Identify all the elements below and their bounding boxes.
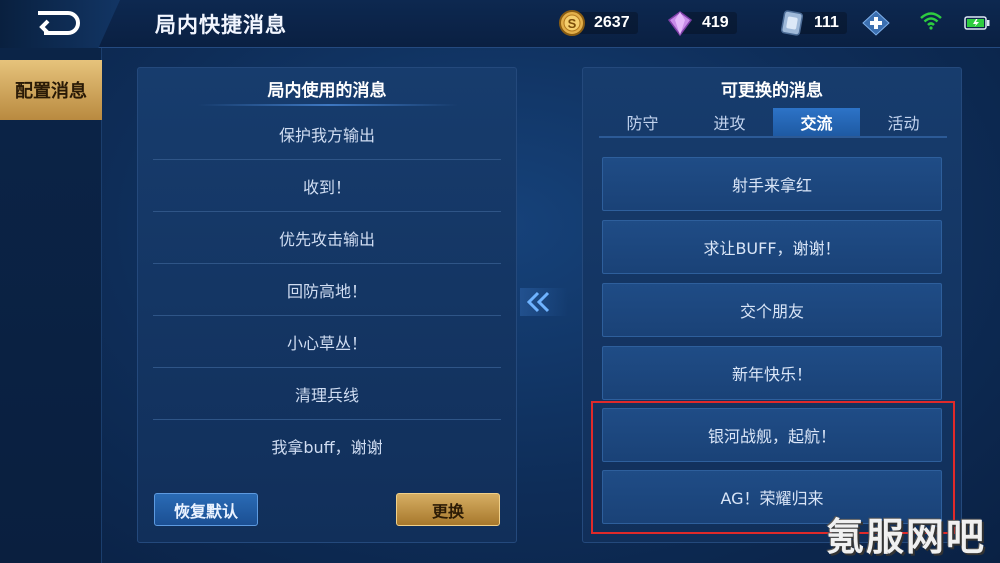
option-item[interactable]: 交个朋友 [602,283,942,337]
sidebar-item-configure-messages[interactable]: 配置消息 [0,60,102,120]
message-item[interactable]: 小心草丛！ [153,316,501,368]
sidebar: 配置消息 [0,48,102,563]
move-left-button[interactable] [520,288,568,316]
restore-default-button[interactable]: 恢复默认 [154,493,258,526]
option-item[interactable]: 求让BUFF，谢谢！ [602,220,942,274]
option-list: 射手来拿红 求让BUFF，谢谢！ 交个朋友 新年快乐！ 银河战舰，起航！ AG！… [602,147,942,537]
add-currency-button[interactable] [862,10,890,36]
plus-icon [862,10,890,36]
panel-title: 局内使用的消息 [267,81,387,101]
wifi-icon [920,12,942,30]
tab-attack[interactable]: 进攻 [686,108,773,136]
battery-icon [964,16,990,30]
title-divider [198,104,458,106]
option-item[interactable]: 新年快乐！ [602,346,942,400]
message-item[interactable]: 收到！ [153,160,501,212]
page-title: 局内快捷消息 [155,13,287,37]
message-item[interactable]: 我拿buff，谢谢 [153,420,501,472]
voucher-counter: 111 [778,10,847,36]
back-button[interactable] [0,0,120,48]
message-item[interactable]: 回防高地！ [153,264,501,316]
voucher-card-icon [780,10,804,36]
message-item[interactable]: 保护我方输出 [153,108,501,160]
message-list: 保护我方输出 收到！ 优先攻击输出 回防高地！ 小心草丛！ 清理兵线 我拿buf… [153,108,501,472]
message-item[interactable]: 清理兵线 [153,368,501,420]
option-item[interactable]: 银河战舰，起航！ [602,408,942,462]
panel-title: 可更换的消息 [721,81,823,101]
replaceable-messages-panel: 可更换的消息 防守 进攻 交流 活动 射手来拿红 求让BUFF，谢谢！ 交个朋友… [582,67,962,543]
quick-message-screen: 局内快捷消息 S 2637 419 111 配置消息 局内使用的消息 保护我方输… [0,0,1000,563]
top-bar: 局内快捷消息 S 2637 419 111 [0,0,1000,48]
gold-coin-icon: S [559,10,585,36]
svg-text:S: S [568,16,577,31]
diamond-icon [667,11,693,37]
category-tabs: 防守 进攻 交流 活动 [599,108,947,138]
back-arrow-icon [38,11,80,35]
tab-defense[interactable]: 防守 [599,108,686,136]
gem-counter: 419 [666,10,737,37]
replace-button[interactable]: 更换 [396,493,500,526]
tab-communication[interactable]: 交流 [773,108,860,136]
in-game-messages-panel: 局内使用的消息 保护我方输出 收到！ 优先攻击输出 回防高地！ 小心草丛！ 清理… [137,67,517,543]
option-item[interactable]: 射手来拿红 [602,157,942,211]
message-item[interactable]: 优先攻击输出 [153,212,501,264]
tab-event[interactable]: 活动 [860,108,947,136]
double-chevron-left-icon [526,291,550,313]
gold-counter: S 2637 [558,10,638,36]
watermark: 氪服网吧 [826,515,987,559]
